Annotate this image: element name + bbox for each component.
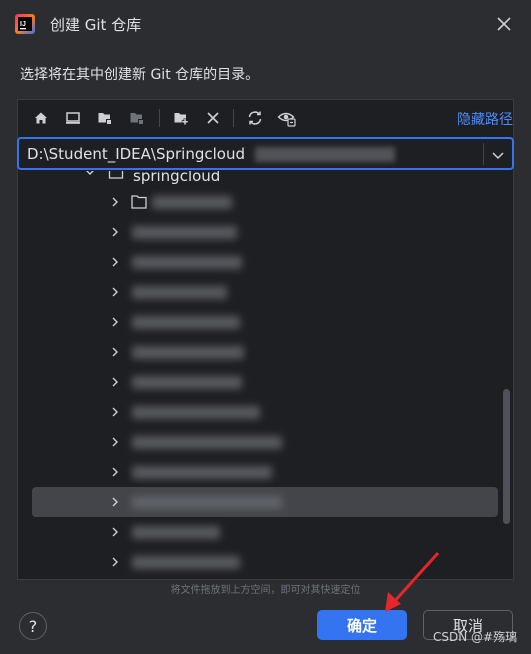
tree-root-row[interactable]: springcloud bbox=[18, 171, 498, 185]
tree-row[interactable] bbox=[18, 247, 498, 277]
directory-tree[interactable]: springcloud bbox=[18, 171, 498, 579]
tree-row[interactable] bbox=[18, 397, 498, 427]
tree-row[interactable] bbox=[18, 547, 498, 577]
chevron-right-icon[interactable] bbox=[109, 526, 121, 538]
chevron-right-icon[interactable] bbox=[109, 556, 121, 568]
redacted-module-name bbox=[132, 406, 260, 419]
path-input[interactable] bbox=[27, 144, 472, 164]
dialog-title: 创建 Git 仓库 bbox=[50, 16, 142, 34]
redacted-path-segment bbox=[255, 147, 395, 162]
tree-row[interactable] bbox=[18, 427, 498, 457]
tree-scrollbar[interactable] bbox=[503, 389, 510, 524]
chevron-down-icon bbox=[86, 171, 94, 175]
redacted-module-name bbox=[132, 466, 272, 479]
redacted-module-name bbox=[132, 436, 282, 449]
refresh-button[interactable] bbox=[244, 107, 266, 129]
ok-button[interactable]: 确定 bbox=[317, 610, 407, 640]
redacted-module-name bbox=[132, 316, 240, 329]
show-hidden-icon bbox=[277, 112, 296, 127]
project-folder-button[interactable] bbox=[94, 107, 116, 129]
toolbar-separator bbox=[233, 109, 234, 127]
folder-icon bbox=[131, 195, 147, 209]
chevron-right-icon[interactable] bbox=[109, 496, 121, 508]
redacted-module-name bbox=[132, 256, 242, 269]
chevron-right-icon[interactable] bbox=[109, 376, 121, 388]
tree-row[interactable] bbox=[18, 337, 498, 367]
dialog-description: 选择将在其中创建新 Git 仓库的目录。 bbox=[20, 67, 260, 83]
chevron-right-icon[interactable] bbox=[109, 286, 121, 298]
chevron-right-icon[interactable] bbox=[109, 466, 121, 478]
help-label: ? bbox=[28, 616, 38, 636]
new-folder-button[interactable] bbox=[170, 107, 192, 129]
redacted-folder-name bbox=[152, 196, 232, 209]
redacted-module-name bbox=[132, 286, 227, 299]
home-icon bbox=[35, 112, 47, 124]
chevron-right-icon[interactable] bbox=[109, 316, 121, 328]
hide-path-link[interactable]: 隐藏路径 bbox=[457, 109, 513, 129]
chevron-right-icon[interactable] bbox=[109, 436, 121, 448]
tree-root-label: springcloud bbox=[133, 171, 221, 185]
toolbar-separator bbox=[159, 109, 160, 127]
chevron-down-icon[interactable] bbox=[489, 146, 507, 164]
chevron-right-icon[interactable] bbox=[109, 256, 121, 268]
tree-row[interactable] bbox=[18, 187, 498, 217]
close-icon[interactable] bbox=[495, 15, 513, 33]
desktop-icon bbox=[66, 112, 80, 124]
tree-row[interactable] bbox=[18, 217, 498, 247]
drop-hint-text: 将文件拖放到上方空间，即可对其快速定位 bbox=[170, 585, 361, 596]
redacted-module-name bbox=[132, 526, 220, 539]
tree-row[interactable] bbox=[18, 367, 498, 397]
help-button[interactable]: ? bbox=[19, 612, 47, 640]
tree-row[interactable] bbox=[18, 487, 498, 517]
file-chooser-panel: 隐藏路径 springcloud bbox=[17, 99, 514, 580]
redacted-module-name bbox=[132, 226, 237, 239]
tree-row[interactable] bbox=[18, 517, 498, 547]
folder-icon bbox=[108, 171, 124, 179]
dropdown-separator bbox=[483, 143, 484, 165]
intellij-app-icon: IJ bbox=[15, 14, 35, 34]
project-folder-icon bbox=[98, 113, 112, 125]
path-input-box bbox=[17, 137, 514, 170]
delete-icon bbox=[207, 112, 219, 124]
desktop-button[interactable] bbox=[62, 107, 84, 129]
tree-row[interactable] bbox=[18, 277, 498, 307]
chevron-right-icon[interactable] bbox=[109, 196, 121, 208]
tree-row[interactable] bbox=[18, 307, 498, 337]
chevron-right-icon[interactable] bbox=[109, 226, 121, 238]
svg-text:IJ: IJ bbox=[20, 21, 26, 28]
chevron-right-icon[interactable] bbox=[109, 406, 121, 418]
new-folder-icon bbox=[174, 113, 189, 125]
redacted-module-name bbox=[132, 556, 240, 569]
title-bar: IJ 创建 Git 仓库 bbox=[0, 0, 531, 50]
redacted-module-name bbox=[132, 376, 242, 389]
module-folder-button[interactable] bbox=[126, 107, 148, 129]
chooser-toolbar: 隐藏路径 bbox=[18, 100, 513, 136]
refresh-icon bbox=[248, 111, 262, 125]
home-button[interactable] bbox=[30, 107, 52, 129]
csdn-watermark: CSDN @#殇璃 bbox=[433, 630, 518, 644]
tree-row[interactable] bbox=[18, 457, 498, 487]
chevron-right-icon[interactable] bbox=[109, 346, 121, 358]
delete-button[interactable] bbox=[202, 107, 224, 129]
redacted-module-name bbox=[132, 346, 244, 359]
redacted-module-name bbox=[132, 496, 282, 509]
module-folder-icon bbox=[130, 113, 144, 125]
show-hidden-button[interactable] bbox=[276, 107, 298, 129]
